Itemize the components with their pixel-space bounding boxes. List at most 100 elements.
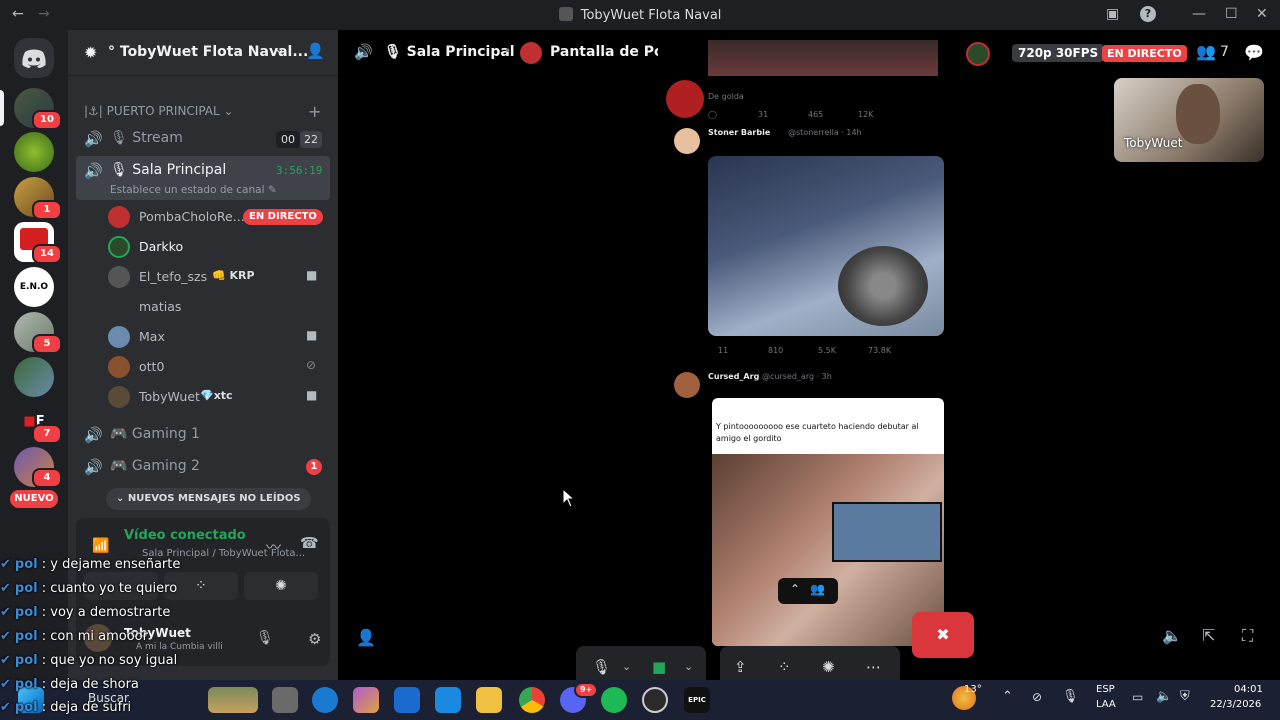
channel-status[interactable]: Establece un estado de canal ✎ <box>110 184 277 196</box>
mention-badge: 4 <box>32 468 62 488</box>
discord-badge: 9+ <box>574 682 599 698</box>
people-icon[interactable]: 👥 <box>1196 42 1216 61</box>
channel-gaming-1[interactable]: 🔊 🎮 Gaming 1 <box>76 420 330 450</box>
channel-sala-principal[interactable]: 🔊 🎙 Sala Principal 3:56:19 Establece un … <box>76 156 330 200</box>
server-icon-2[interactable] <box>14 132 54 172</box>
voice-user[interactable]: Darkko <box>108 233 330 261</box>
file-explorer-icon[interactable] <box>476 687 502 713</box>
clock-time[interactable]: 04:01 <box>1234 684 1263 695</box>
username: Darkko <box>139 239 184 254</box>
gear-icon[interactable]: ✹ <box>84 43 97 62</box>
mouse-cursor-icon <box>562 488 576 508</box>
channel-stream[interactable]: 🔊 🎙 Stream 00 22 <box>76 124 330 154</box>
invite-icon[interactable]: 👤 <box>356 628 376 647</box>
outlook-icon[interactable] <box>435 687 461 713</box>
server-header[interactable]: ✹ ° TobyWuet Flota Naval... ⌄ 👤 <box>68 30 338 76</box>
server-icon-eno[interactable]: E.N.O <box>14 267 54 307</box>
camera-icon[interactable]: ■ <box>652 658 666 676</box>
language[interactable]: ESP <box>1096 684 1115 695</box>
chrome-icon[interactable] <box>519 687 545 713</box>
monitor-icon[interactable]: ▭ <box>1132 690 1143 704</box>
network-off-icon[interactable]: ⊘ <box>1032 690 1042 704</box>
epic-games-icon[interactable]: EPIC <box>684 687 710 713</box>
new-badge[interactable]: NUEVO <box>10 490 58 508</box>
chevron-down-icon[interactable]: ⌄ <box>274 42 285 57</box>
channel-name: 🎮 Gaming 1 <box>110 426 200 442</box>
inbox-icon[interactable]: ▣ <box>1106 6 1119 22</box>
screen-share-icon[interactable]: ⇪ <box>734 658 747 676</box>
chevron-down-icon[interactable]: ⌄ <box>684 660 693 673</box>
camera-pip[interactable]: TobyWuet <box>1114 78 1264 162</box>
volume-icon[interactable]: 🔈 <box>1156 689 1172 704</box>
chat-line: ✔ pol : deja de shora <box>0 677 139 692</box>
voice-user[interactable]: TobyWuet 💎xtc ■ <box>108 383 330 411</box>
disconnect-icon[interactable]: ☎ <box>300 534 319 552</box>
avatar <box>108 356 130 378</box>
channel-gaming-2[interactable]: 🔊 🎮 Gaming 2 1 <box>76 452 330 482</box>
noise-suppression-icon[interactable]: 〰 <box>266 536 281 557</box>
help-icon[interactable]: ? <box>1140 6 1156 22</box>
add-user-icon[interactable]: 👤 <box>306 42 325 60</box>
chevron-up-icon[interactable]: ⌃ <box>1002 689 1013 704</box>
avatar <box>108 206 130 228</box>
camera-icon: ■ <box>306 328 318 342</box>
chat-line: ✔ pol : con mi amooor <box>0 629 148 644</box>
microphone-icon[interactable]: 🎙 <box>1062 689 1079 704</box>
username: PombaCholoRe... <box>139 209 245 224</box>
view-count: 12K <box>858 110 874 119</box>
chevron-down-icon[interactable]: ⌄ <box>622 660 631 673</box>
voice-user[interactable]: matias <box>108 293 330 321</box>
search-highlight-icon <box>208 687 258 713</box>
twitter-icon: ✔ <box>0 605 11 620</box>
voice-user[interactable]: Max ■ <box>108 323 330 351</box>
pip-toggle[interactable]: ⌃ 👥 <box>778 578 838 604</box>
shield-icon[interactable]: ⛨ <box>1180 689 1190 704</box>
activities-icon[interactable]: ⁘ <box>778 658 791 676</box>
voice-user[interactable]: El_tefo_szs 👊 KRP ■ <box>108 263 330 291</box>
settings-gear-icon[interactable]: ⚙ <box>308 630 321 648</box>
voice-user[interactable]: PombaCholoRe... EN DIRECTO <box>108 203 330 231</box>
voice-status: Vídeo conectado <box>124 528 246 543</box>
tweet-avatar <box>666 80 704 118</box>
close-window-icon[interactable]: ✕ <box>1256 6 1268 22</box>
eno-label: E.N.O <box>19 282 49 292</box>
minimize-icon[interactable]: — <box>1192 6 1206 22</box>
task-view-icon[interactable] <box>272 687 298 713</box>
speaker-active-icon: 🔊 <box>84 162 103 180</box>
disconnect-button[interactable]: ✖ <box>912 612 974 658</box>
mention-badge: 7 <box>32 424 62 444</box>
new-messages-pill[interactable]: ⌄ NUEVOS MENSAJES NO LEÍDOS <box>106 488 311 510</box>
edge-icon[interactable] <box>312 687 338 713</box>
spotify-icon[interactable] <box>601 687 627 713</box>
tweet-handle: @stonerrella · 14h <box>788 128 862 137</box>
twitter-icon: ✔ <box>0 629 11 644</box>
avatar <box>108 326 130 348</box>
shared-screen[interactable]: De golda ◯ 31 465 12K Stoner Barbie @sto… <box>658 40 950 646</box>
add-channel-icon[interactable]: + <box>308 102 321 121</box>
pip-username: TobyWuet <box>1124 136 1183 150</box>
more-icon[interactable]: ⋯ <box>866 658 881 676</box>
obs-icon[interactable] <box>642 687 668 713</box>
window-title-text: TobyWuet Flota Naval <box>580 8 722 23</box>
keyboard-layout[interactable]: LAA <box>1096 699 1116 710</box>
chevron-up-icon: ⌃ <box>790 582 801 596</box>
copilot-icon[interactable] <box>353 687 379 713</box>
fullscreen-icon[interactable]: ⛶ <box>1242 626 1253 646</box>
category-header[interactable]: |⚓| PUERTO PRINCIPAL ⌄ <box>84 104 234 118</box>
server-icon-7[interactable] <box>14 357 54 397</box>
popout-icon[interactable]: ⇱ <box>1202 626 1215 645</box>
microphone-icon[interactable]: 🎙 <box>256 630 274 646</box>
store-icon[interactable] <box>394 687 420 713</box>
discord-home-icon[interactable] <box>14 38 54 78</box>
microphone-icon[interactable]: 🎙 <box>592 658 611 676</box>
volume-icon[interactable]: 🔈 <box>1162 626 1182 645</box>
selected-server-indicator <box>0 90 4 126</box>
chat-icon[interactable]: 💬 <box>1244 43 1264 62</box>
soundboard-icon[interactable]: ✺ <box>822 658 835 676</box>
maximize-icon[interactable]: ☐ <box>1225 6 1238 22</box>
viewer-count: 7 <box>1220 44 1229 60</box>
soundboard-icon[interactable]: ✺ <box>244 572 318 600</box>
clock-date[interactable]: 22/3/2026 <box>1210 699 1261 710</box>
voice-user[interactable]: ott0 ⊘ <box>108 353 330 381</box>
mention-badge: 14 <box>32 244 62 264</box>
